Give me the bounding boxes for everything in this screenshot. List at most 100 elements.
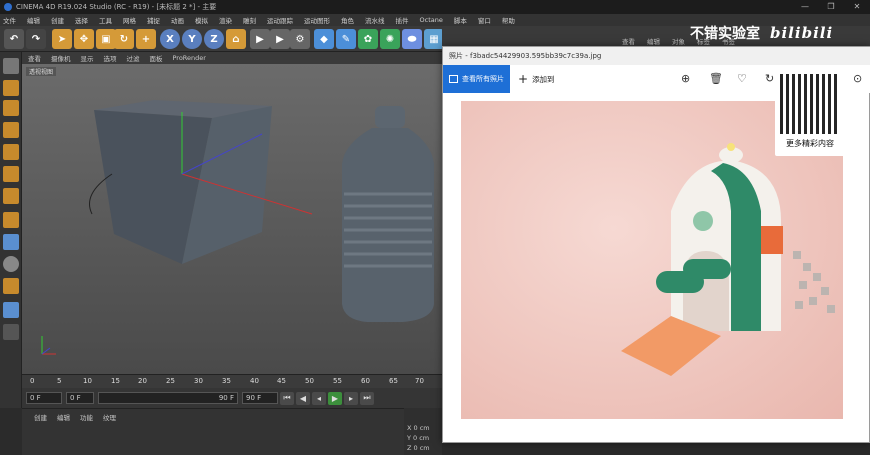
- maximize-button[interactable]: ❐: [818, 0, 844, 14]
- view-all-photos-button[interactable]: 查看所有照片: [443, 65, 510, 93]
- start-frame-field[interactable]: 0 F: [26, 392, 62, 404]
- timeline-ruler[interactable]: 0 5 10 15 20 25 30 35 40 45 50 55 60 65 …: [22, 374, 442, 388]
- zoom-icon[interactable]: ⊕: [681, 72, 690, 85]
- om-menu-view[interactable]: 查看: [622, 36, 635, 46]
- timeline-tick: 35: [222, 377, 231, 385]
- timeline-tick: 45: [277, 377, 286, 385]
- model-mode-icon[interactable]: [3, 80, 19, 96]
- minimize-button[interactable]: —: [792, 0, 818, 14]
- menu-character[interactable]: 角色: [341, 15, 354, 25]
- vp-menu-camera[interactable]: 摄像机: [51, 53, 71, 63]
- menu-animate[interactable]: 动画: [171, 15, 184, 25]
- mat-menu-edit[interactable]: 编辑: [57, 412, 70, 422]
- scale-icon[interactable]: ▣: [96, 29, 116, 49]
- coordinate-system-icon[interactable]: ⌂: [226, 29, 246, 49]
- menu-render[interactable]: 渲染: [219, 15, 232, 25]
- menu-select[interactable]: 选择: [75, 15, 88, 25]
- floor-icon[interactable]: ▦: [424, 29, 444, 49]
- om-menu-edit[interactable]: 编辑: [647, 36, 660, 46]
- magnet-icon[interactable]: [3, 278, 19, 294]
- om-menu-object[interactable]: 对象: [672, 36, 685, 46]
- coord-x[interactable]: X 0 cm: [404, 408, 442, 432]
- move-icon[interactable]: ✥: [74, 29, 94, 49]
- menu-edit[interactable]: 编辑: [27, 15, 40, 25]
- y-axis-button[interactable]: Y: [182, 29, 202, 49]
- lock-workplane-icon[interactable]: [3, 302, 19, 318]
- menu-tools[interactable]: 工具: [99, 15, 112, 25]
- redo-icon[interactable]: ↷: [26, 29, 46, 49]
- coordinates-panel: X 0 cm Y 0 cm Z 0 cm: [404, 408, 442, 455]
- undo-icon[interactable]: ↶: [4, 29, 24, 49]
- z-axis-button[interactable]: Z: [204, 29, 224, 49]
- coord-z[interactable]: Z 0 cm: [404, 442, 442, 452]
- render-settings-icon[interactable]: ⚙: [290, 29, 310, 49]
- deformer-icon[interactable]: ⬬: [402, 29, 422, 49]
- polygons-mode-icon[interactable]: [3, 188, 19, 204]
- workplane-icon[interactable]: [3, 122, 19, 138]
- grid-icon[interactable]: [3, 324, 19, 340]
- go-to-end-icon[interactable]: ⏭: [360, 391, 374, 405]
- vp-menu-filter[interactable]: 过滤: [127, 53, 140, 63]
- menu-octane[interactable]: Octane: [420, 16, 443, 24]
- menu-mograph[interactable]: 运动图形: [304, 15, 330, 25]
- timeline-tick: 65: [389, 377, 398, 385]
- delete-icon[interactable]: 🗑: [709, 72, 723, 85]
- menu-file[interactable]: 文件: [3, 15, 16, 25]
- axis-mode-icon[interactable]: [3, 212, 19, 228]
- perspective-viewport[interactable]: 透视视图: [22, 64, 442, 374]
- qr-code-overlay: 更多精彩内容: [775, 70, 845, 156]
- render-picture-viewer-icon[interactable]: ▶: [270, 29, 290, 49]
- photos-title: 照片 - f3badc54429903.595bb39c7c39a.jpg: [449, 52, 602, 60]
- points-mode-icon[interactable]: [3, 144, 19, 160]
- rotate-icon[interactable]: ↻: [114, 29, 134, 49]
- add-to-button[interactable]: + 添加到: [518, 72, 555, 86]
- menu-motion-tracking[interactable]: 运动跟踪: [267, 15, 293, 25]
- x-axis-button[interactable]: X: [160, 29, 180, 49]
- vp-menu-prorender[interactable]: ProRender: [173, 54, 206, 62]
- go-to-start-icon[interactable]: ⏮: [280, 391, 294, 405]
- pen-icon[interactable]: ✎: [336, 29, 356, 49]
- close-button[interactable]: ✕: [844, 0, 870, 14]
- add-icon[interactable]: +: [136, 29, 156, 49]
- tweak-icon[interactable]: [3, 234, 19, 250]
- vp-menu-view[interactable]: 查看: [28, 53, 41, 63]
- vp-menu-display[interactable]: 显示: [81, 53, 94, 63]
- end-frame-field[interactable]: 90 F: [242, 392, 278, 404]
- subdivision-icon[interactable]: ✿: [358, 29, 378, 49]
- texture-mode-icon[interactable]: [3, 100, 19, 116]
- mat-menu-function[interactable]: 功能: [80, 412, 93, 422]
- mograph-icon[interactable]: ✺: [380, 29, 400, 49]
- rotate-icon[interactable]: ↻: [765, 72, 774, 85]
- play-icon[interactable]: ▶: [328, 391, 342, 405]
- prev-key-icon[interactable]: ◀: [296, 391, 310, 405]
- vp-menu-panel[interactable]: 面板: [150, 53, 163, 63]
- frame-range-slider[interactable]: 90 F: [98, 392, 238, 404]
- vp-menu-options[interactable]: 选项: [104, 53, 117, 63]
- menu-simulate[interactable]: 模拟: [195, 15, 208, 25]
- menu-snap[interactable]: 捕捉: [147, 15, 160, 25]
- mat-menu-texture[interactable]: 纹理: [103, 412, 116, 422]
- more-icon[interactable]: ⊙: [853, 72, 862, 85]
- menu-pipeline[interactable]: 流水线: [365, 15, 385, 25]
- heart-icon[interactable]: ♡: [737, 72, 747, 85]
- menu-script[interactable]: 脚本: [454, 15, 467, 25]
- snap-icon[interactable]: [3, 256, 19, 272]
- coord-y[interactable]: Y 0 cm: [404, 432, 442, 442]
- make-editable-icon[interactable]: [3, 58, 19, 74]
- render-view-icon[interactable]: ▶: [250, 29, 270, 49]
- menu-create[interactable]: 创建: [51, 15, 64, 25]
- current-frame-field[interactable]: 0 F: [66, 392, 94, 404]
- cinema4d-logo-icon: [4, 3, 12, 11]
- menu-help[interactable]: 帮助: [502, 15, 515, 25]
- prev-frame-icon[interactable]: ◂: [312, 391, 326, 405]
- select-icon[interactable]: ➤: [52, 29, 72, 49]
- menu-window[interactable]: 窗口: [478, 15, 491, 25]
- menu-plugins[interactable]: 插件: [396, 15, 409, 25]
- watermark: 不错实验室 bilibili: [690, 18, 870, 48]
- mat-menu-create[interactable]: 创建: [34, 412, 47, 422]
- edges-mode-icon[interactable]: [3, 166, 19, 182]
- next-frame-icon[interactable]: ▸: [344, 391, 358, 405]
- cube-icon[interactable]: ◆: [314, 29, 334, 49]
- menu-mesh[interactable]: 网格: [123, 15, 136, 25]
- menu-sculpt[interactable]: 雕刻: [243, 15, 256, 25]
